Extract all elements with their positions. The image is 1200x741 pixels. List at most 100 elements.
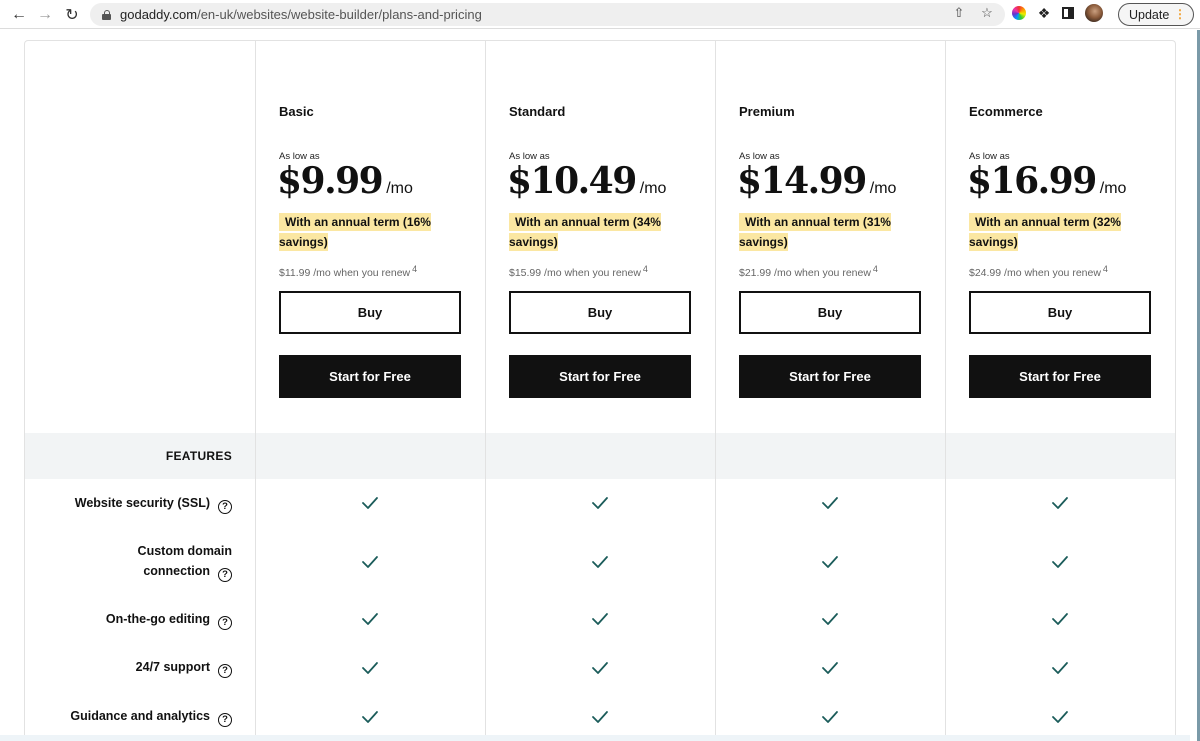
check-icon xyxy=(1052,556,1068,568)
footnote-marker[interactable]: 4 xyxy=(1103,264,1108,274)
price-period: /mo xyxy=(386,180,413,197)
page-bottom-band xyxy=(0,735,1190,741)
profile-avatar[interactable] xyxy=(1085,4,1103,22)
check-icon xyxy=(1052,662,1068,674)
price-period: /mo xyxy=(639,180,667,197)
feature-label-text: On-the-go editing xyxy=(105,612,210,626)
browser-toolbar: ← → ↻ godaddy.com/en-uk/websites/website… xyxy=(0,0,1200,29)
plan-name: Ecommerce xyxy=(969,104,1043,119)
url-path: /en-uk/websites/website-builder/plans-an… xyxy=(197,7,482,22)
renewal-text: $21.99 /mo when you renew xyxy=(739,267,871,279)
plan-name: Basic xyxy=(279,104,314,119)
savings-badge: With an annual term (16% savings) xyxy=(279,212,439,252)
check-icon xyxy=(822,497,838,509)
feature-label-text: Custom domain xyxy=(137,544,232,558)
plan-price: $10.49 xyxy=(507,160,637,202)
help-icon[interactable]: ? xyxy=(218,616,232,630)
feature-label-text: Guidance and analytics xyxy=(70,709,210,723)
price-period: /mo xyxy=(869,180,897,197)
back-arrow-icon[interactable]: ← xyxy=(7,3,31,27)
start-for-free-button[interactable]: Start for Free xyxy=(509,355,691,398)
check-icon xyxy=(1052,711,1068,723)
bookmark-star-icon[interactable]: ☆ xyxy=(979,5,995,21)
check-icon xyxy=(822,711,838,723)
feature-label: Guidance and analytics? xyxy=(25,706,232,727)
renewal-price: $21.99 /mo when you renew 4 xyxy=(739,264,878,279)
start-for-free-button[interactable]: Start for Free xyxy=(739,355,921,398)
plan-price: $14.99 xyxy=(737,160,867,202)
lock-icon[interactable] xyxy=(102,9,111,20)
start-for-free-button[interactable]: Start for Free xyxy=(969,355,1151,398)
savings-text: With an annual term (31% xyxy=(739,213,891,231)
check-icon xyxy=(592,556,608,568)
savings-badge: With an annual term (32% savings) xyxy=(969,212,1129,252)
check-icon xyxy=(1052,497,1068,509)
check-icon xyxy=(822,556,838,568)
feature-label: On-the-go editing? xyxy=(25,609,232,630)
feature-label: Custom domain connection? xyxy=(25,541,232,582)
renewal-price: $24.99 /mo when you renew 4 xyxy=(969,264,1108,279)
page-content: FEATURES Basic As low as $9.99/mo With a… xyxy=(0,30,1200,741)
footnote-marker[interactable]: 4 xyxy=(643,264,648,274)
feature-label: Website security (SSL)? xyxy=(25,493,232,514)
feature-label-text: Website security (SSL) xyxy=(74,496,210,510)
check-icon xyxy=(592,497,608,509)
feature-label-text: connection xyxy=(143,564,210,578)
update-button[interactable]: Update ⋮ xyxy=(1118,3,1194,26)
update-label: Update xyxy=(1129,7,1170,22)
feature-label: 24/7 support? xyxy=(25,657,232,678)
check-icon xyxy=(362,497,378,509)
url-text[interactable]: godaddy.com/en-uk/websites/website-build… xyxy=(120,7,482,22)
check-icon xyxy=(822,613,838,625)
reload-icon[interactable]: ↻ xyxy=(60,3,84,27)
color-extension-icon[interactable] xyxy=(1012,6,1026,20)
check-icon xyxy=(362,613,378,625)
renewal-price: $11.99 /mo when you renew 4 xyxy=(279,264,417,279)
check-icon xyxy=(362,662,378,674)
buy-button[interactable]: Buy xyxy=(279,291,461,334)
savings-badge: With an annual term (31% savings) xyxy=(739,212,899,252)
buy-button[interactable]: Buy xyxy=(509,291,691,334)
check-icon xyxy=(362,711,378,723)
address-bar[interactable]: godaddy.com/en-uk/websites/website-build… xyxy=(90,3,1005,26)
start-for-free-button[interactable]: Start for Free xyxy=(279,355,461,398)
help-icon[interactable]: ? xyxy=(218,500,232,514)
savings-text: savings) xyxy=(969,233,1018,251)
savings-badge: With an annual term (34% savings) xyxy=(509,212,669,252)
renewal-text: $24.99 /mo when you renew xyxy=(969,267,1101,279)
kebab-menu-icon[interactable]: ⋮ xyxy=(1174,8,1186,21)
plan-price: $16.99 xyxy=(967,160,1097,202)
side-panel-icon[interactable] xyxy=(1062,7,1074,19)
share-icon[interactable]: ⇧ xyxy=(951,5,967,21)
savings-text: With an annual term (34% xyxy=(509,213,661,231)
price-period: /mo xyxy=(1099,180,1127,197)
help-icon[interactable]: ? xyxy=(218,713,232,727)
url-host: godaddy.com xyxy=(120,7,198,22)
check-icon xyxy=(592,662,608,674)
pricing-table: FEATURES Basic As low as $9.99/mo With a… xyxy=(24,40,1176,740)
buy-button[interactable]: Buy xyxy=(969,291,1151,334)
feature-label-text: 24/7 support xyxy=(135,660,210,674)
buy-button[interactable]: Buy xyxy=(739,291,921,334)
savings-text: savings) xyxy=(739,233,788,251)
footnote-marker[interactable]: 4 xyxy=(412,264,417,274)
plan-name: Standard xyxy=(509,104,566,119)
renewal-text: $15.99 /mo when you renew xyxy=(509,267,641,279)
savings-text: savings) xyxy=(509,233,558,251)
savings-text: With an annual term (32% xyxy=(969,213,1121,231)
footnote-marker[interactable]: 4 xyxy=(873,264,878,274)
savings-text: With an annual term (16% xyxy=(279,213,431,231)
renewal-text: $11.99 /mo when you renew xyxy=(279,267,411,279)
help-icon[interactable]: ? xyxy=(218,664,232,678)
check-icon xyxy=(822,662,838,674)
check-icon xyxy=(592,711,608,723)
puzzle-extensions-icon[interactable]: ❖ xyxy=(1037,5,1051,22)
check-icon xyxy=(362,556,378,568)
forward-arrow-icon[interactable]: → xyxy=(33,3,57,27)
plan-price: $9.99 xyxy=(277,160,384,202)
plan-name: Premium xyxy=(739,104,795,119)
check-icon xyxy=(592,613,608,625)
check-icon xyxy=(1052,613,1068,625)
renewal-price: $15.99 /mo when you renew 4 xyxy=(509,264,648,279)
help-icon[interactable]: ? xyxy=(218,568,232,582)
